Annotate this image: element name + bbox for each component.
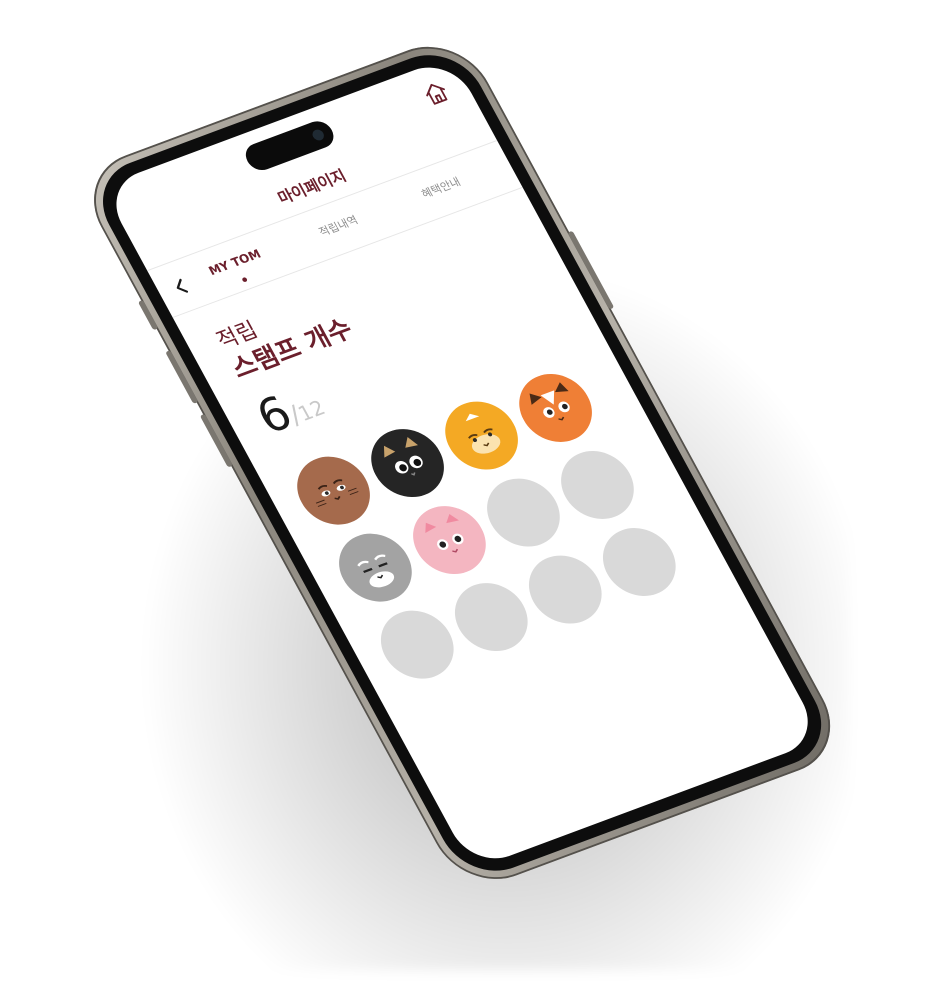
tab-my-tom-label: MY TOM xyxy=(206,247,264,279)
stamp-slot-empty xyxy=(590,518,689,606)
stamp-counter: 6/12 xyxy=(248,374,333,445)
stamp-slot-empty xyxy=(368,600,467,689)
tab-history-label: 적립내역 xyxy=(316,213,361,239)
home-icon[interactable] xyxy=(419,78,453,108)
tab-benefits-label: 혜택안내 xyxy=(419,175,463,201)
stamp-slot-empty xyxy=(516,545,615,634)
stamp-slot-empty xyxy=(548,441,647,529)
active-tab-indicator xyxy=(241,276,248,283)
stamp-slot-empty xyxy=(442,573,541,661)
